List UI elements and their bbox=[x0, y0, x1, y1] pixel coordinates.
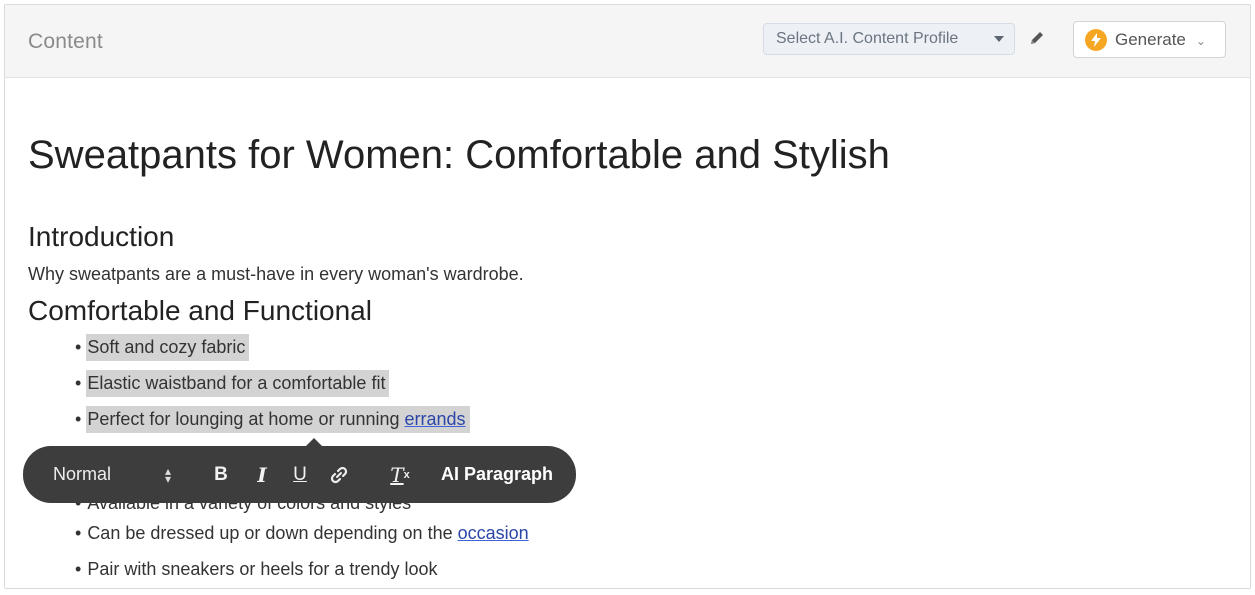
lightning-bolt-icon bbox=[1085, 28, 1107, 51]
intro-paragraph: Why sweatpants are a must-have in every … bbox=[28, 264, 524, 284]
bold-button[interactable]: B bbox=[210, 446, 232, 503]
list-item-text: Soft and cozy fabric bbox=[86, 334, 250, 361]
list-item: • Perfect for lounging at home or runnin… bbox=[75, 406, 470, 433]
formatting-toolbar: Normal ▴ ▾ B I U Tx AI Paragraph bbox=[23, 438, 576, 503]
bullet-dot: • bbox=[75, 523, 82, 543]
bullet-dot: • bbox=[75, 559, 82, 579]
generate-button[interactable]: Generate ⌄ bbox=[1073, 21, 1226, 58]
list-item-text: Perfect for lounging at home or running … bbox=[86, 406, 470, 433]
ai-paragraph-button[interactable]: AI Paragraph bbox=[441, 446, 553, 503]
spellcheck-word: occasion bbox=[457, 523, 529, 543]
profile-select-value: Select A.I. Content Profile bbox=[776, 30, 959, 47]
list-item: • Can be dressed up or down depending on… bbox=[75, 520, 533, 547]
list-item-text: Pair with sneakers or heels for a trendy… bbox=[87, 559, 438, 579]
italic-button[interactable]: I bbox=[251, 446, 273, 503]
link-button[interactable] bbox=[327, 446, 351, 503]
chevron-down-icon: ⌄ bbox=[1195, 33, 1206, 48]
list-item: • Pair with sneakers or heels for a tren… bbox=[75, 556, 441, 583]
section-heading-introduction: Introduction bbox=[28, 221, 175, 252]
generate-label: Generate bbox=[1115, 29, 1186, 49]
edit-profile-button[interactable] bbox=[1027, 27, 1047, 49]
pencil-icon bbox=[1031, 32, 1043, 44]
bullet-dot: • bbox=[75, 373, 82, 393]
toolbar-pointer bbox=[306, 438, 322, 446]
ai-content-profile-select[interactable]: Select A.I. Content Profile bbox=[763, 23, 1015, 55]
editor-content[interactable]: Sweatpants for Women: Comfortable and St… bbox=[5, 78, 1250, 588]
link-icon bbox=[330, 466, 348, 483]
content-panel: Content Select A.I. Content Profile Gene… bbox=[4, 4, 1251, 589]
list-item: • Soft and cozy fabric bbox=[75, 334, 250, 361]
underline-button[interactable]: U bbox=[289, 446, 311, 503]
caret-down-icon bbox=[994, 36, 1004, 42]
format-select-arrows-icon[interactable]: ▴ ▾ bbox=[161, 446, 175, 503]
document-title: Sweatpants for Women: Comfortable and St… bbox=[28, 133, 890, 177]
bullet-dot: • bbox=[75, 337, 82, 357]
format-select[interactable]: Normal bbox=[53, 446, 111, 503]
clear-formatting-button[interactable]: Tx bbox=[387, 446, 413, 503]
panel-title: Content bbox=[28, 30, 103, 53]
list-item-text: Can be dressed up or down depending on t… bbox=[87, 523, 529, 543]
panel-header: Content Select A.I. Content Profile Gene… bbox=[5, 5, 1250, 78]
list-item-text: Elastic waistband for a comfortable fit bbox=[86, 370, 390, 397]
list-item: • Elastic waistband for a comfortable fi… bbox=[75, 370, 390, 397]
section-heading-comfortable: Comfortable and Functional bbox=[28, 295, 372, 326]
bullet-dot: • bbox=[75, 409, 82, 429]
spellcheck-word: errands bbox=[404, 409, 466, 429]
